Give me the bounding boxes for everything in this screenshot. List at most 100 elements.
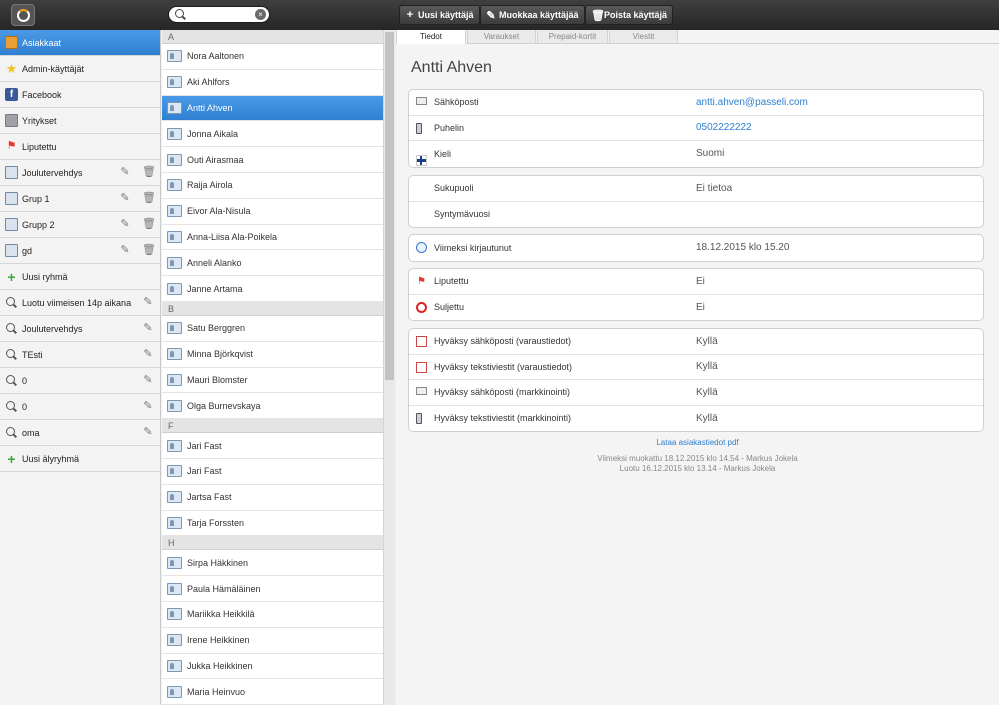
sidebar-item[interactable]: ★ Admin-käyttäjät xyxy=(0,56,160,82)
edit-user-button[interactable]: ✎ Muokkaa käyttäjää xyxy=(480,5,585,25)
contact-row[interactable]: Maria Heinvuo xyxy=(162,679,383,705)
detail-value: Ei xyxy=(696,275,705,287)
contact-row[interactable]: Raija Airola xyxy=(162,173,383,199)
detail-row: Hyväksy sähköposti (varaustiedot) Kyllä xyxy=(409,329,983,355)
detail-row: Hyväksy tekstiviestit (markkinointi) Kyll… xyxy=(409,406,983,432)
smart-group-actions: ✎ xyxy=(142,400,154,413)
sidebar-item[interactable]: f Facebook xyxy=(0,82,160,108)
contact-row[interactable]: Nora Aaltonen xyxy=(162,44,383,70)
contact-row[interactable]: Antti Ahven xyxy=(162,95,383,122)
contact-row[interactable]: Olga Burnevskaya xyxy=(162,393,383,420)
sidebar-item[interactable]: oma ✎ xyxy=(0,420,160,446)
sidebar-item[interactable]: + Uusi älyryhmä xyxy=(0,446,160,472)
mail-icon xyxy=(416,97,427,105)
modified-info: Viimeksi muokattu 18.12.2015 klo 14.54 -… xyxy=(597,454,798,463)
tab-1[interactable]: Varaukset xyxy=(467,30,536,44)
sidebar-item[interactable]: Grupp 2 ✎ 🗑 xyxy=(0,212,160,238)
clear-search-button[interactable]: × xyxy=(255,9,266,20)
facebook-icon: f xyxy=(5,88,18,101)
contact-row[interactable]: Jari Fast xyxy=(162,459,383,485)
edit-smart-group-icon[interactable]: ✎ xyxy=(142,374,154,387)
delete-group-icon[interactable]: 🗑 xyxy=(142,244,156,257)
contact-name: Olga Burnevskaya xyxy=(187,400,261,411)
contact-name: Tarja Forssten xyxy=(187,517,245,528)
sidebar-item[interactable]: Luotu viimeisen 14p aikana ✎ xyxy=(0,290,160,316)
contact-row[interactable]: Jonna Aikala xyxy=(162,121,383,148)
edit-group-icon[interactable]: ✎ xyxy=(119,244,131,257)
logo-icon xyxy=(16,8,30,22)
phone-calendar-icon xyxy=(416,361,427,373)
search-input[interactable] xyxy=(187,8,251,21)
contact-card-icon xyxy=(167,50,182,63)
download-pdf-link[interactable]: Lataa asiakastiedot pdf xyxy=(396,438,999,447)
sidebar-item[interactable]: ⚑ Liputettu xyxy=(0,134,160,160)
detail-value[interactable]: 0502222222 xyxy=(696,122,752,133)
contact-list-scrollbar[interactable] xyxy=(383,30,395,705)
contact-row[interactable]: Mariikka Heikkilä xyxy=(162,602,383,628)
detail-value[interactable]: antti.ahven@passeli.com xyxy=(696,97,808,108)
contact-card-icon xyxy=(167,399,182,412)
detail-tabs: Tiedot Varaukset Prepaid-kortit Viestit xyxy=(396,30,999,44)
detail-label: Hyväksy tekstiviestit (varaustiedot) xyxy=(434,361,573,372)
contact-row[interactable]: Janne Artama xyxy=(162,276,383,302)
contact-row[interactable]: Minna Björkqvist xyxy=(162,342,383,368)
contact-row[interactable]: Tarja Forssten xyxy=(162,511,383,537)
scroll-thumb[interactable] xyxy=(385,32,394,380)
contact-name: Jukka Heikkinen xyxy=(187,660,253,671)
tab-3[interactable]: Viestit xyxy=(609,30,678,44)
edit-smart-group-icon[interactable]: ✎ xyxy=(142,400,154,413)
pencil-icon: ✎ xyxy=(486,9,496,22)
edit-group-icon[interactable]: ✎ xyxy=(119,218,131,231)
detail-label: Syntymävuosi xyxy=(434,209,491,220)
sidebar-item[interactable]: Yritykset xyxy=(0,108,160,134)
smart-group-actions: ✎ xyxy=(142,426,154,439)
delete-group-icon[interactable]: 🗑 xyxy=(142,218,156,231)
contact-row[interactable]: Outi Airasmaa xyxy=(162,147,383,173)
contact-name: Jonna Aikala xyxy=(187,128,239,139)
edit-group-icon[interactable]: ✎ xyxy=(119,166,131,179)
sidebar-item[interactable]: Asiakkaat xyxy=(0,30,160,56)
contact-row[interactable]: Paula Hämäläinen xyxy=(162,576,383,602)
sidebar-item[interactable]: gd ✎ 🗑 xyxy=(0,238,160,264)
sidebar-item[interactable]: TEsti ✎ xyxy=(0,342,160,368)
magnifier-icon xyxy=(5,374,18,387)
app-logo[interactable] xyxy=(11,4,35,26)
contact-row[interactable]: Eivor Ala-Nisula xyxy=(162,199,383,225)
delete-user-button[interactable]: 🗑 Poista käyttäjä xyxy=(585,5,674,25)
contact-row[interactable]: Sirpa Häkkinen xyxy=(162,550,383,577)
contact-row[interactable]: Jartsa Fast xyxy=(162,485,383,511)
contact-card-icon xyxy=(167,127,182,140)
edit-smart-group-icon[interactable]: ✎ xyxy=(142,348,154,361)
sidebar-item[interactable]: Joulutervehdys ✎ xyxy=(0,316,160,342)
contact-row[interactable]: Anna-Liisa Ala-Poikela xyxy=(162,225,383,251)
smart-group-actions: ✎ xyxy=(142,374,154,387)
detail-row: Kieli Suomi xyxy=(409,141,983,167)
contact-row[interactable]: Jari Fast xyxy=(162,433,383,459)
magnifier-icon xyxy=(5,426,18,439)
contact-row[interactable]: Satu Berggren xyxy=(162,316,383,342)
sidebar-item[interactable]: 0 ✎ xyxy=(0,368,160,394)
sidebar-item[interactable]: + Uusi ryhmä xyxy=(0,264,160,290)
tab-0[interactable]: Tiedot xyxy=(396,30,466,44)
magnifier-icon xyxy=(5,400,18,413)
new-user-button[interactable]: + Uusi käyttäjä xyxy=(399,5,480,25)
flag-icon: ⚑ xyxy=(417,275,426,287)
contact-name: Eivor Ala-Nisula xyxy=(187,206,251,217)
tab-2[interactable]: Prepaid-kortit xyxy=(537,30,608,44)
edit-smart-group-icon[interactable]: ✎ xyxy=(142,426,154,439)
delete-group-icon[interactable]: 🗑 xyxy=(142,192,156,205)
contact-row[interactable]: Irene Heikkinen xyxy=(162,628,383,654)
sidebar-item[interactable]: 0 ✎ xyxy=(0,394,160,420)
sidebar-item[interactable]: Grup 1 ✎ 🗑 xyxy=(0,186,160,212)
contact-row[interactable]: Anneli Alanko xyxy=(162,250,383,277)
edit-group-icon[interactable]: ✎ xyxy=(119,192,131,205)
contact-row[interactable]: Mauri Blomster xyxy=(162,368,383,394)
sidebar-item[interactable]: Joulutervehdys ✎ 🗑 xyxy=(0,160,160,186)
contact-row[interactable]: Aki Ahlfors xyxy=(162,70,383,96)
sidebar-item-label: Asiakkaat xyxy=(22,37,62,48)
edit-smart-group-icon[interactable]: ✎ xyxy=(142,322,154,335)
search-box[interactable]: × xyxy=(168,6,270,23)
contact-row[interactable]: Jukka Heikkinen xyxy=(162,654,383,680)
edit-smart-group-icon[interactable]: ✎ xyxy=(142,296,154,309)
delete-group-icon[interactable]: 🗑 xyxy=(142,166,156,179)
